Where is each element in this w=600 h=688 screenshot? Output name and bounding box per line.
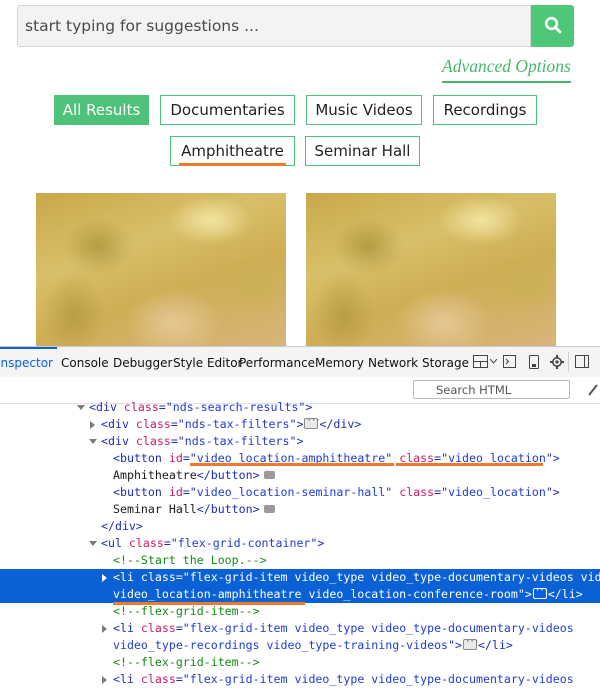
filter-music-videos[interactable]: Music Videos [306, 95, 422, 125]
markup-node[interactable]: <button id="video_location-seminar-hall"… [0, 484, 600, 501]
expand-toggle[interactable] [102, 676, 107, 684]
markup-node[interactable]: </div> [0, 518, 600, 535]
filter-seminar-hall[interactable]: Seminar Hall [305, 136, 420, 166]
markup-node[interactable]: <div class="nds-search-results"> [0, 399, 600, 416]
video-thumbnail[interactable] [36, 193, 286, 346]
collapsed-content-badge[interactable] [463, 634, 478, 651]
markup-node[interactable]: video_type-recordings video_type-trainin… [0, 634, 600, 654]
markup-node[interactable]: Amphitheatre</button> [0, 467, 600, 484]
markup-node-selected[interactable]: <li class="flex-grid-item video_type vid… [0, 569, 600, 586]
markup-node[interactable]: <div class="nds-tax-filters"> [0, 433, 600, 450]
markup-node[interactable]: Seminar Hall</button> [0, 501, 600, 518]
responsive-layout-icon[interactable] [473, 354, 488, 369]
tab-console[interactable]: Console [61, 356, 109, 370]
markup-comment[interactable]: <!--Start the Loop.--> [0, 552, 600, 569]
advanced-options-link[interactable]: Advanced Options [442, 56, 571, 83]
markup-node[interactable]: <div class="nds-tax-filters"></div> [0, 413, 600, 433]
markup-node[interactable]: <li class="flex-grid-item video_type vid… [0, 620, 600, 637]
search-html-input[interactable] [413, 380, 570, 399]
tab-network[interactable]: Network [368, 356, 418, 370]
filter-label: Amphitheatre [179, 142, 286, 166]
toolbar-divider [568, 352, 569, 372]
devtools-toolbar: Inspector Console Debugger Style Editor … [0, 347, 600, 378]
filter-amphitheatre[interactable]: Amphitheatre [170, 136, 295, 166]
markup-node[interactable]: <ul class="flex-grid-container"> [0, 535, 600, 552]
device-icon[interactable] [526, 354, 541, 369]
markup-node[interactable]: <li class="flex-grid-item video_type vid… [0, 671, 600, 688]
markup-comment[interactable]: <!--flex-grid-item--> [0, 603, 600, 620]
video-thumbnail[interactable] [306, 193, 556, 346]
gear-icon[interactable] [549, 354, 564, 369]
search-bar [17, 5, 574, 47]
selected-tab-indicator [0, 347, 57, 349]
devtools-panel: Inspector Console Debugger Style Editor … [0, 346, 600, 688]
annotation-underline [396, 463, 543, 466]
filter-label: Seminar Hall [314, 142, 411, 160]
markup-comment[interactable]: <!--flex-grid-item--> [0, 654, 600, 671]
tab-storage[interactable]: Storage [422, 356, 469, 370]
filter-all-results[interactable]: All Results [54, 95, 149, 125]
event-badge[interactable] [263, 470, 275, 479]
filter-label: Music Videos [315, 101, 413, 119]
search-input[interactable] [17, 5, 531, 47]
expand-toggle[interactable] [102, 574, 107, 582]
filter-label: Documentaries [170, 101, 285, 119]
expand-toggle[interactable] [102, 625, 107, 633]
expand-toggle[interactable] [77, 405, 85, 410]
search-icon [544, 16, 562, 37]
filter-documentaries[interactable]: Documentaries [160, 95, 295, 125]
filter-recordings[interactable]: Recordings [433, 95, 537, 125]
collapsed-content-badge[interactable] [532, 583, 548, 600]
expand-toggle[interactable] [89, 541, 97, 546]
collapsed-content-badge[interactable] [304, 413, 320, 430]
tab-debugger[interactable]: Debugger [113, 356, 172, 370]
console-icon[interactable] [502, 354, 517, 369]
expand-toggle[interactable] [89, 439, 97, 444]
tab-performance[interactable]: Performance [239, 356, 315, 370]
event-badge[interactable] [263, 504, 275, 513]
tab-memory[interactable]: Memory [315, 356, 364, 370]
dock-side-icon[interactable] [574, 354, 589, 369]
expand-toggle[interactable] [90, 421, 95, 429]
annotation-underline [190, 463, 394, 466]
filter-label: Recordings [443, 101, 527, 119]
tab-style-editor[interactable]: Style Editor [173, 356, 242, 370]
tab-inspector[interactable]: Inspector [0, 356, 53, 370]
chevron-down-icon[interactable] [489, 354, 497, 369]
markup-node-selected[interactable]: video_location-amphitheatre video_locati… [0, 583, 600, 603]
search-button[interactable] [531, 5, 574, 47]
filter-label: All Results [62, 101, 141, 119]
